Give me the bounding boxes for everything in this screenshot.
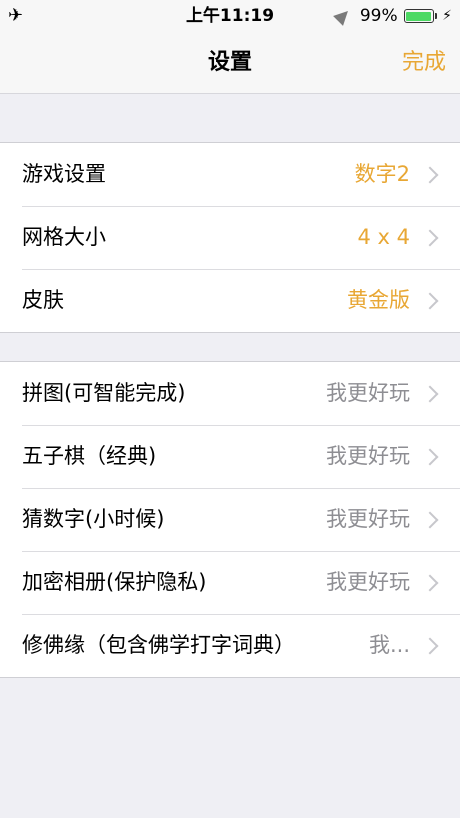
row-skin[interactable]: 皮肤 黄金版 xyxy=(0,269,460,332)
chevron-right-icon xyxy=(421,229,439,247)
battery-icon xyxy=(403,9,434,23)
row-label: 五子棋（经典) xyxy=(22,444,157,468)
row-value: 我... xyxy=(368,633,410,657)
status-right: 99% ⚡ xyxy=(332,5,452,27)
chevron-right-icon xyxy=(421,637,439,655)
row-value: 我更好玩 xyxy=(326,507,410,531)
more-apps-group: 拼图(可智能完成) 我更好玩 五子棋（经典) 我更好玩 猜数字(小时候) 我更好… xyxy=(0,361,460,678)
location-icon xyxy=(332,6,353,26)
page-title: 设置 xyxy=(207,50,252,75)
charging-bolt-icon: ⚡ xyxy=(442,8,452,24)
row-label: 游戏设置 xyxy=(22,162,106,186)
row-label: 皮肤 xyxy=(22,288,64,312)
row-grid-size[interactable]: 网格大小 4 x 4 xyxy=(0,206,460,269)
chevron-right-icon xyxy=(421,385,439,403)
row-value: 我更好玩 xyxy=(326,381,410,405)
navigation-bar: 设置 完成 xyxy=(0,32,460,94)
row-value: 我更好玩 xyxy=(326,570,410,594)
row-app-encrypted-album[interactable]: 加密相册(保护隐私) 我更好玩 xyxy=(0,551,460,614)
row-app-guess-number[interactable]: 猜数字(小时候) 我更好玩 xyxy=(0,488,460,551)
row-game-settings[interactable]: 游戏设置 数字2 xyxy=(0,143,460,206)
row-label: 猜数字(小时候) xyxy=(22,507,165,531)
chevron-right-icon xyxy=(421,166,439,184)
chevron-right-icon xyxy=(421,448,439,466)
status-bar: ✈ 上午11:19 99% ⚡ xyxy=(0,0,460,32)
row-label: 网格大小 xyxy=(22,225,106,249)
battery-fill xyxy=(406,11,431,21)
row-app-puzzle[interactable]: 拼图(可智能完成) 我更好玩 xyxy=(0,362,460,425)
row-label: 加密相册(保护隐私) xyxy=(22,570,207,594)
row-app-gomoku[interactable]: 五子棋（经典) 我更好玩 xyxy=(0,425,460,488)
row-value: 4 x 4 xyxy=(357,225,411,249)
row-label: 修佛缘（包含佛学打字词典） xyxy=(22,633,295,657)
row-app-buddhism[interactable]: 修佛缘（包含佛学打字词典） 我... xyxy=(0,614,460,677)
chevron-right-icon xyxy=(421,292,439,310)
row-value: 黄金版 xyxy=(347,288,410,312)
battery-tip xyxy=(434,13,438,19)
done-button[interactable]: 完成 xyxy=(402,32,446,93)
chevron-right-icon xyxy=(421,574,439,592)
row-label: 拼图(可智能完成) xyxy=(22,381,186,405)
settings-group-game: 游戏设置 数字2 网格大小 4 x 4 皮肤 黄金版 xyxy=(0,142,460,333)
row-value: 数字2 xyxy=(354,162,410,186)
row-value: 我更好玩 xyxy=(326,444,410,468)
chevron-right-icon xyxy=(421,511,439,529)
battery-percent: 99% xyxy=(359,6,398,26)
